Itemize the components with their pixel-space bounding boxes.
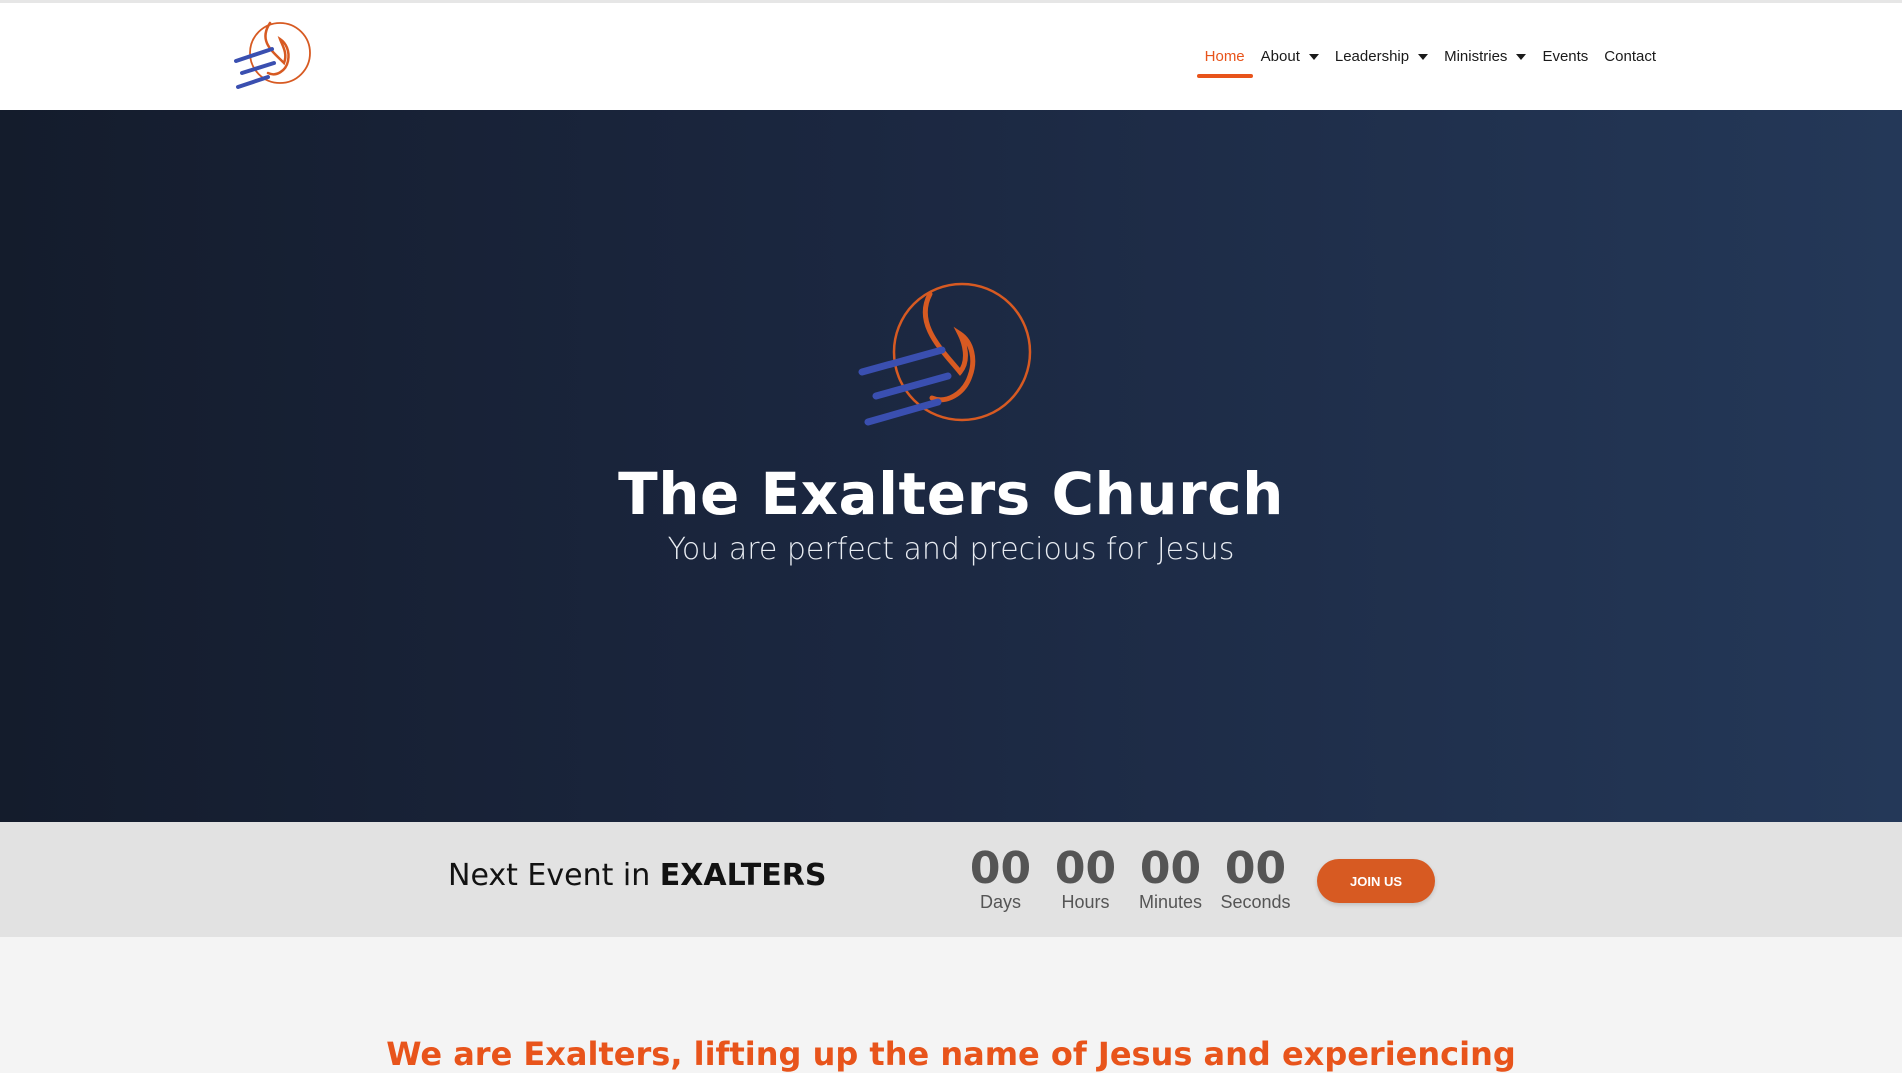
- nav-ministries[interactable]: Ministries: [1436, 3, 1534, 110]
- nav-about-label: About: [1260, 48, 1300, 65]
- site-header: Home About Leadership Ministries Events …: [0, 3, 1902, 110]
- countdown-label: Hours: [1061, 892, 1110, 912]
- hero-title: The Exalters Church: [618, 460, 1284, 528]
- countdown-value: 00: [969, 843, 1032, 894]
- next-event-prefix: Next Event in: [448, 858, 660, 893]
- hero-logo-icon: [858, 282, 1032, 426]
- chevron-down-icon: [1418, 53, 1429, 60]
- chevron-down-icon: [1308, 53, 1319, 60]
- countdown-seconds: 00 Seconds: [1213, 843, 1298, 913]
- hero-subtitle: You are perfect and precious for Jesus: [667, 532, 1235, 567]
- nav-leadership[interactable]: Leadership: [1327, 3, 1436, 110]
- intro-heading: We are Exalters, lifting up the name of …: [386, 1035, 1516, 1073]
- countdown-value: 00: [1224, 843, 1287, 894]
- countdown-label: Minutes: [1138, 892, 1203, 912]
- join-us-button[interactable]: JOIN US: [1317, 859, 1435, 903]
- next-event-heading: Next Event in EXALTERS: [448, 858, 826, 893]
- nav-ministries-label: Ministries: [1444, 48, 1508, 65]
- nav-contact[interactable]: Contact: [1596, 3, 1664, 110]
- countdown-label: Days: [979, 892, 1021, 912]
- nav-home[interactable]: Home: [1196, 3, 1253, 110]
- nav-leadership-label: Leadership: [1334, 48, 1410, 65]
- countdown-days: 00 Days: [958, 843, 1043, 913]
- countdown-label: Seconds: [1220, 892, 1291, 912]
- main-nav: Home About Leadership Ministries Events …: [1196, 3, 1664, 110]
- chevron-down-icon: [1516, 53, 1527, 60]
- countdown-minutes: 00 Minutes: [1128, 843, 1213, 913]
- countdown-hours: 00 Hours: [1043, 843, 1128, 913]
- next-event-bar: Next Event in EXALTERS 00 Days 00 Hours …: [0, 822, 1902, 937]
- church-logo-icon[interactable]: [228, 15, 318, 95]
- hero-section: The Exalters Church You are perfect and …: [0, 110, 1902, 822]
- countdown-value: 00: [1139, 843, 1202, 894]
- nav-contact-label: Contact: [1604, 48, 1656, 65]
- nav-events-label: Events: [1542, 48, 1589, 65]
- nav-home-label: Home: [1204, 48, 1245, 65]
- nav-events[interactable]: Events: [1534, 3, 1596, 110]
- countdown-value: 00: [1054, 843, 1117, 894]
- countdown-timer: 00 Days 00 Hours 00 Minutes 00 Seconds: [958, 843, 1298, 913]
- next-event-highlight: EXALTERS: [659, 858, 827, 893]
- intro-section: We are Exalters, lifting up the name of …: [0, 937, 1902, 1073]
- nav-about[interactable]: About: [1253, 3, 1327, 110]
